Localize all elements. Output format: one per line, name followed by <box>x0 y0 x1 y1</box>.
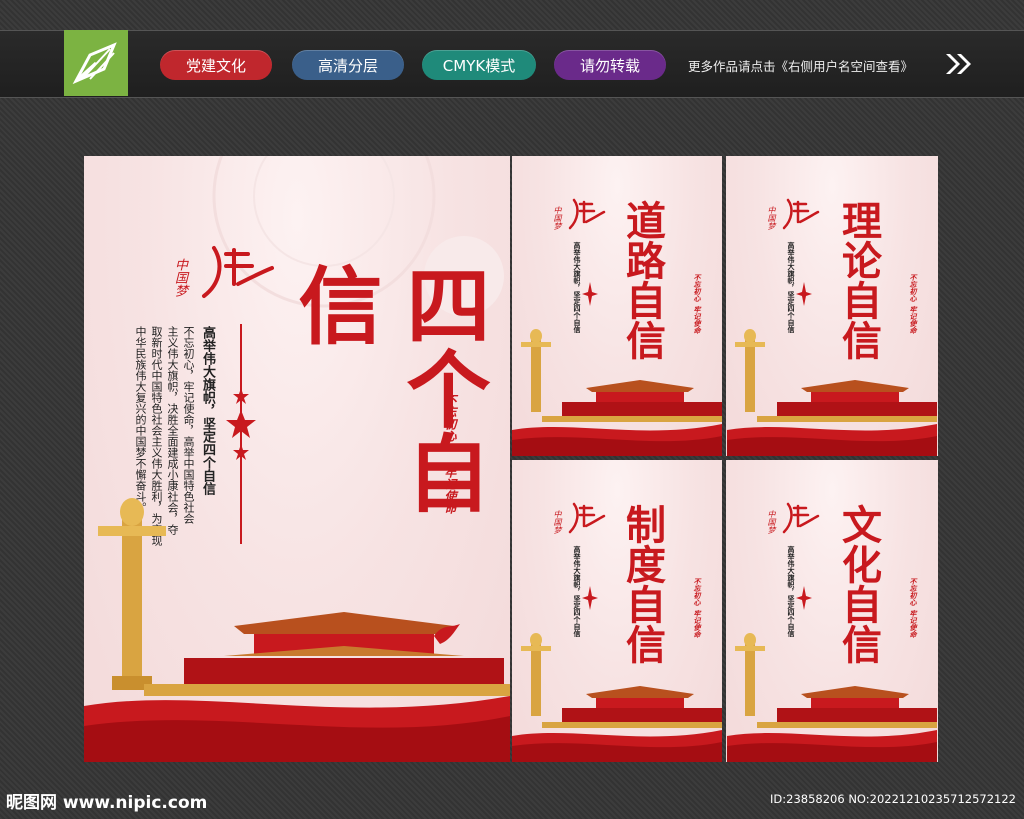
china-dream-logo-text: 中国梦 <box>553 510 562 534</box>
small-slogan: 高举伟大旗帜，坚定四个自信 <box>787 242 796 333</box>
tiananmen-gate <box>542 686 722 728</box>
small-slogan: 高举伟大旗帜，坚定四个自信 <box>573 242 582 333</box>
tiananmen-gate <box>542 380 722 422</box>
small-slogan: 高举伟大旗帜，坚定四个自信 <box>787 546 796 637</box>
site-watermark[interactable]: 昵图网 www.nipic.com <box>6 788 207 813</box>
poster-theory-confidence: 中国梦 高举伟大旗帜，坚定四个自信 理论自信 不忘初心 牢记使命 <box>726 156 938 456</box>
small-slogan: 高举伟大旗帜，坚定四个自信 <box>573 546 582 637</box>
stamp-stay-true: 不忘初心 <box>693 578 701 606</box>
tag-no-repost[interactable]: 请勿转载 <box>554 50 666 80</box>
china-dream-logo: 中国梦 <box>164 244 274 300</box>
china-dream-logo-text: 中国梦 <box>172 258 187 297</box>
tiananmen-gate <box>757 686 937 728</box>
stamp-keep-mission: 牢记使命 <box>693 610 701 638</box>
tag-cmyk[interactable]: CMYK模式 <box>422 50 536 80</box>
site-logo[interactable] <box>64 30 128 96</box>
dove-icon <box>434 624 460 644</box>
red-ribbon-band <box>512 424 722 456</box>
china-dream-logo-text: 中国梦 <box>767 510 776 534</box>
stamp-keep-mission: 牢记使命 <box>693 306 701 334</box>
main-title: 四个自信 <box>285 262 492 514</box>
stamp-stay-true: 不忘初心 <box>443 394 457 442</box>
small-title: 制度自信 <box>619 504 666 664</box>
tiananmen-gate <box>144 612 510 696</box>
stars-decoration <box>582 586 598 610</box>
more-works-note[interactable]: 更多作品请点击《右侧用户名空间查看》 <box>688 56 913 75</box>
stamp-stay-true: 不忘初心 <box>909 578 917 606</box>
stars-decoration <box>796 282 812 306</box>
red-ribbon-band <box>512 730 722 762</box>
pen-nib-icon <box>72 42 117 85</box>
poster-system-confidence: 中国梦 高举伟大旗帜，坚定四个自信 制度自信 不忘初心 牢记使命 <box>512 460 722 762</box>
main-slogan: 高举伟大旗帜，坚定四个自信 <box>200 326 215 495</box>
china-dream-logo-text: 中国梦 <box>553 206 562 230</box>
poster-road-confidence: 中国梦 高举伟大旗帜，坚定四个自信 道路自信 不忘初心 牢记使命 <box>512 156 722 456</box>
small-title: 理论自信 <box>835 200 882 360</box>
china-dream-logo-text: 中国梦 <box>767 206 776 230</box>
stamp-keep-mission: 牢记使命 <box>443 466 457 514</box>
small-title: 文化自信 <box>835 504 882 664</box>
main-body-line-1: 不忘初心，牢记使命，高举中国特色社会 <box>182 326 195 524</box>
red-ribbon-band <box>727 424 937 456</box>
red-ribbon-band <box>727 730 937 762</box>
tag-party-culture[interactable]: 党建文化 <box>160 50 272 80</box>
stars-decoration <box>582 282 598 306</box>
small-title: 道路自信 <box>619 200 666 360</box>
stamp-keep-mission: 牢记使命 <box>909 610 917 638</box>
stamp-stay-true: 不忘初心 <box>693 274 701 302</box>
stars-decoration <box>796 586 812 610</box>
double-arrow-icon[interactable] <box>944 52 974 76</box>
poster-culture-confidence: 中国梦 高举伟大旗帜，坚定四个自信 文化自信 不忘初心 牢记使命 <box>726 460 938 762</box>
tag-hd-layers[interactable]: 高清分层 <box>292 50 404 80</box>
tiananmen-gate <box>757 380 937 422</box>
red-ribbon-band <box>84 696 510 762</box>
stars-decoration <box>226 388 256 460</box>
stamp-keep-mission: 牢记使命 <box>909 306 917 334</box>
image-id: ID:23858206 NO:20221210235712572122 <box>770 792 1016 806</box>
stamp-stay-true: 不忘初心 <box>909 274 917 302</box>
main-poster: 中国梦 高举伟大旗帜，坚定四个自信 不忘初心，牢记使命，高举中国特色社会 主义伟… <box>84 156 510 762</box>
